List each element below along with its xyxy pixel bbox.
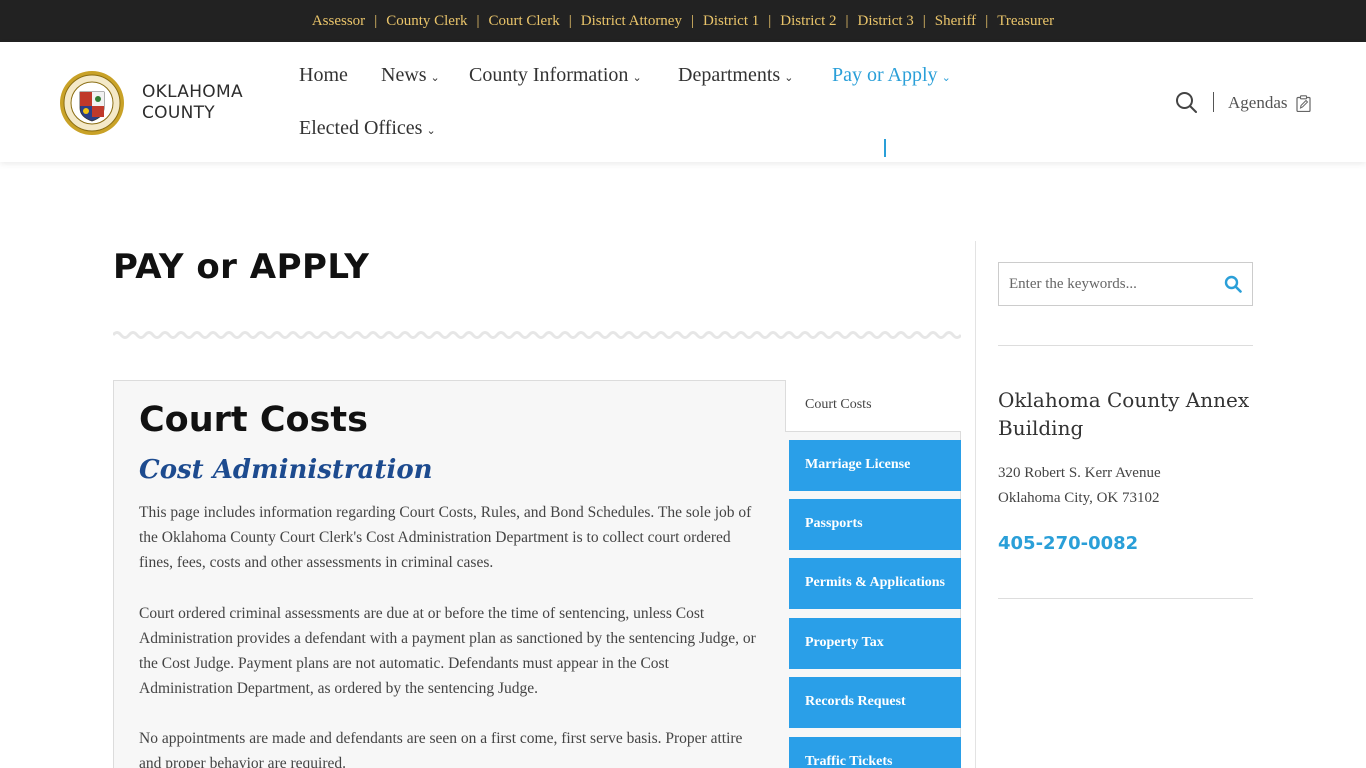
nav-news-label: News: [381, 64, 427, 86]
top-link-county-clerk[interactable]: County Clerk: [386, 13, 467, 30]
nav-pay-or-apply[interactable]: Pay or Apply ⌄: [832, 64, 951, 87]
section-title: Court Costs: [139, 400, 368, 440]
county-wordmark[interactable]: OKLAHOMA COUNTY: [142, 82, 243, 124]
sidebar-rule-top: [998, 345, 1253, 346]
chevron-down-icon: ⌄: [426, 125, 436, 137]
nav-home[interactable]: Home: [299, 64, 348, 87]
tab-records-request[interactable]: Records Request: [789, 677, 961, 728]
chevron-down-icon: ⌄: [632, 72, 642, 84]
link-separator: |: [374, 12, 378, 29]
header-divider: [1213, 92, 1214, 112]
link-separator: |: [768, 12, 772, 29]
phone-number[interactable]: 405-270-0082: [998, 533, 1138, 554]
nav-departments[interactable]: Departments ⌄: [678, 64, 793, 87]
nav-elected-offices[interactable]: Elected Offices ⌄: [299, 117, 436, 140]
agendas-link[interactable]: Agendas: [1228, 93, 1312, 113]
nav-departments-label: Departments: [678, 64, 781, 86]
address-line-1: 320 Robert S. Kerr Avenue: [998, 465, 1161, 481]
nav-county-information[interactable]: County Information ⌄: [469, 64, 642, 87]
sidebar-rule-bottom: [998, 598, 1253, 599]
top-link-district-1[interactable]: District 1: [703, 13, 759, 30]
chevron-down-icon: ⌄: [430, 72, 440, 84]
sidebar-divider: [975, 241, 976, 768]
paragraph-1: This page includes information regarding…: [139, 504, 752, 571]
wordmark-line-2: COUNTY: [142, 103, 215, 123]
tab-traffic-tickets[interactable]: Traffic Tickets: [789, 737, 961, 768]
link-separator: |: [476, 12, 480, 29]
top-link-court-clerk[interactable]: Court Clerk: [488, 13, 559, 30]
section-subtitle: Cost Administration: [139, 455, 433, 485]
top-link-district-attorney[interactable]: District Attorney: [581, 13, 682, 30]
top-utility-bar: Assessor | County Clerk | Court Clerk | Distri…: [0, 0, 1366, 42]
clipboard-edit-icon: [1296, 94, 1312, 112]
address-line-2: Oklahoma City, OK 73102: [998, 490, 1160, 506]
keyword-search-input[interactable]: [1009, 263, 1209, 305]
link-separator: |: [845, 12, 849, 29]
top-link-district-3[interactable]: District 3: [858, 13, 914, 30]
nav-home-label: Home: [299, 64, 348, 86]
sidebar-search: [998, 262, 1253, 306]
tab-court-costs[interactable]: Court Costs: [785, 380, 961, 432]
active-nav-indicator: [884, 139, 886, 157]
tab-permits-applications[interactable]: Permits & Applications: [789, 558, 961, 609]
annex-title: Oklahoma County Annex Building: [998, 388, 1250, 440]
county-seal-logo[interactable]: [59, 70, 125, 136]
tab-passports[interactable]: Passports: [789, 499, 961, 550]
agendas-label: Agendas: [1228, 93, 1288, 112]
link-separator: |: [690, 12, 694, 29]
wavy-divider: [113, 331, 961, 339]
paragraph-3: No appointments are made and defendants …: [139, 730, 743, 768]
chevron-down-icon: ⌄: [784, 72, 794, 84]
tab-marriage-license[interactable]: Marriage License: [789, 440, 961, 491]
nav-elected-offices-label: Elected Offices: [299, 117, 423, 139]
top-link-district-2[interactable]: District 2: [780, 13, 836, 30]
nav-county-information-label: County Information: [469, 64, 629, 86]
paragraph-2: Court ordered criminal assessments are d…: [139, 605, 756, 697]
top-links: Assessor | County Clerk | Court Clerk | Distri…: [312, 13, 1054, 30]
search-icon[interactable]: [1224, 275, 1242, 293]
tab-property-tax[interactable]: Property Tax: [789, 618, 961, 669]
top-link-treasurer[interactable]: Treasurer: [997, 13, 1054, 30]
chevron-down-icon: ⌄: [941, 72, 951, 84]
link-separator: |: [568, 12, 572, 29]
page-title: PAY or APPLY: [113, 247, 370, 287]
top-link-assessor[interactable]: Assessor: [312, 13, 365, 30]
link-separator: |: [985, 12, 989, 29]
link-separator: |: [922, 12, 926, 29]
nav-news[interactable]: News ⌄: [381, 64, 440, 87]
search-icon[interactable]: [1175, 91, 1197, 113]
top-link-sheriff[interactable]: Sheriff: [935, 13, 976, 30]
nav-pay-or-apply-label: Pay or Apply: [832, 64, 938, 86]
site-header: OKLAHOMA COUNTY Home News ⌄ County Infor…: [0, 42, 1366, 162]
wordmark-line-1: OKLAHOMA: [142, 82, 243, 102]
